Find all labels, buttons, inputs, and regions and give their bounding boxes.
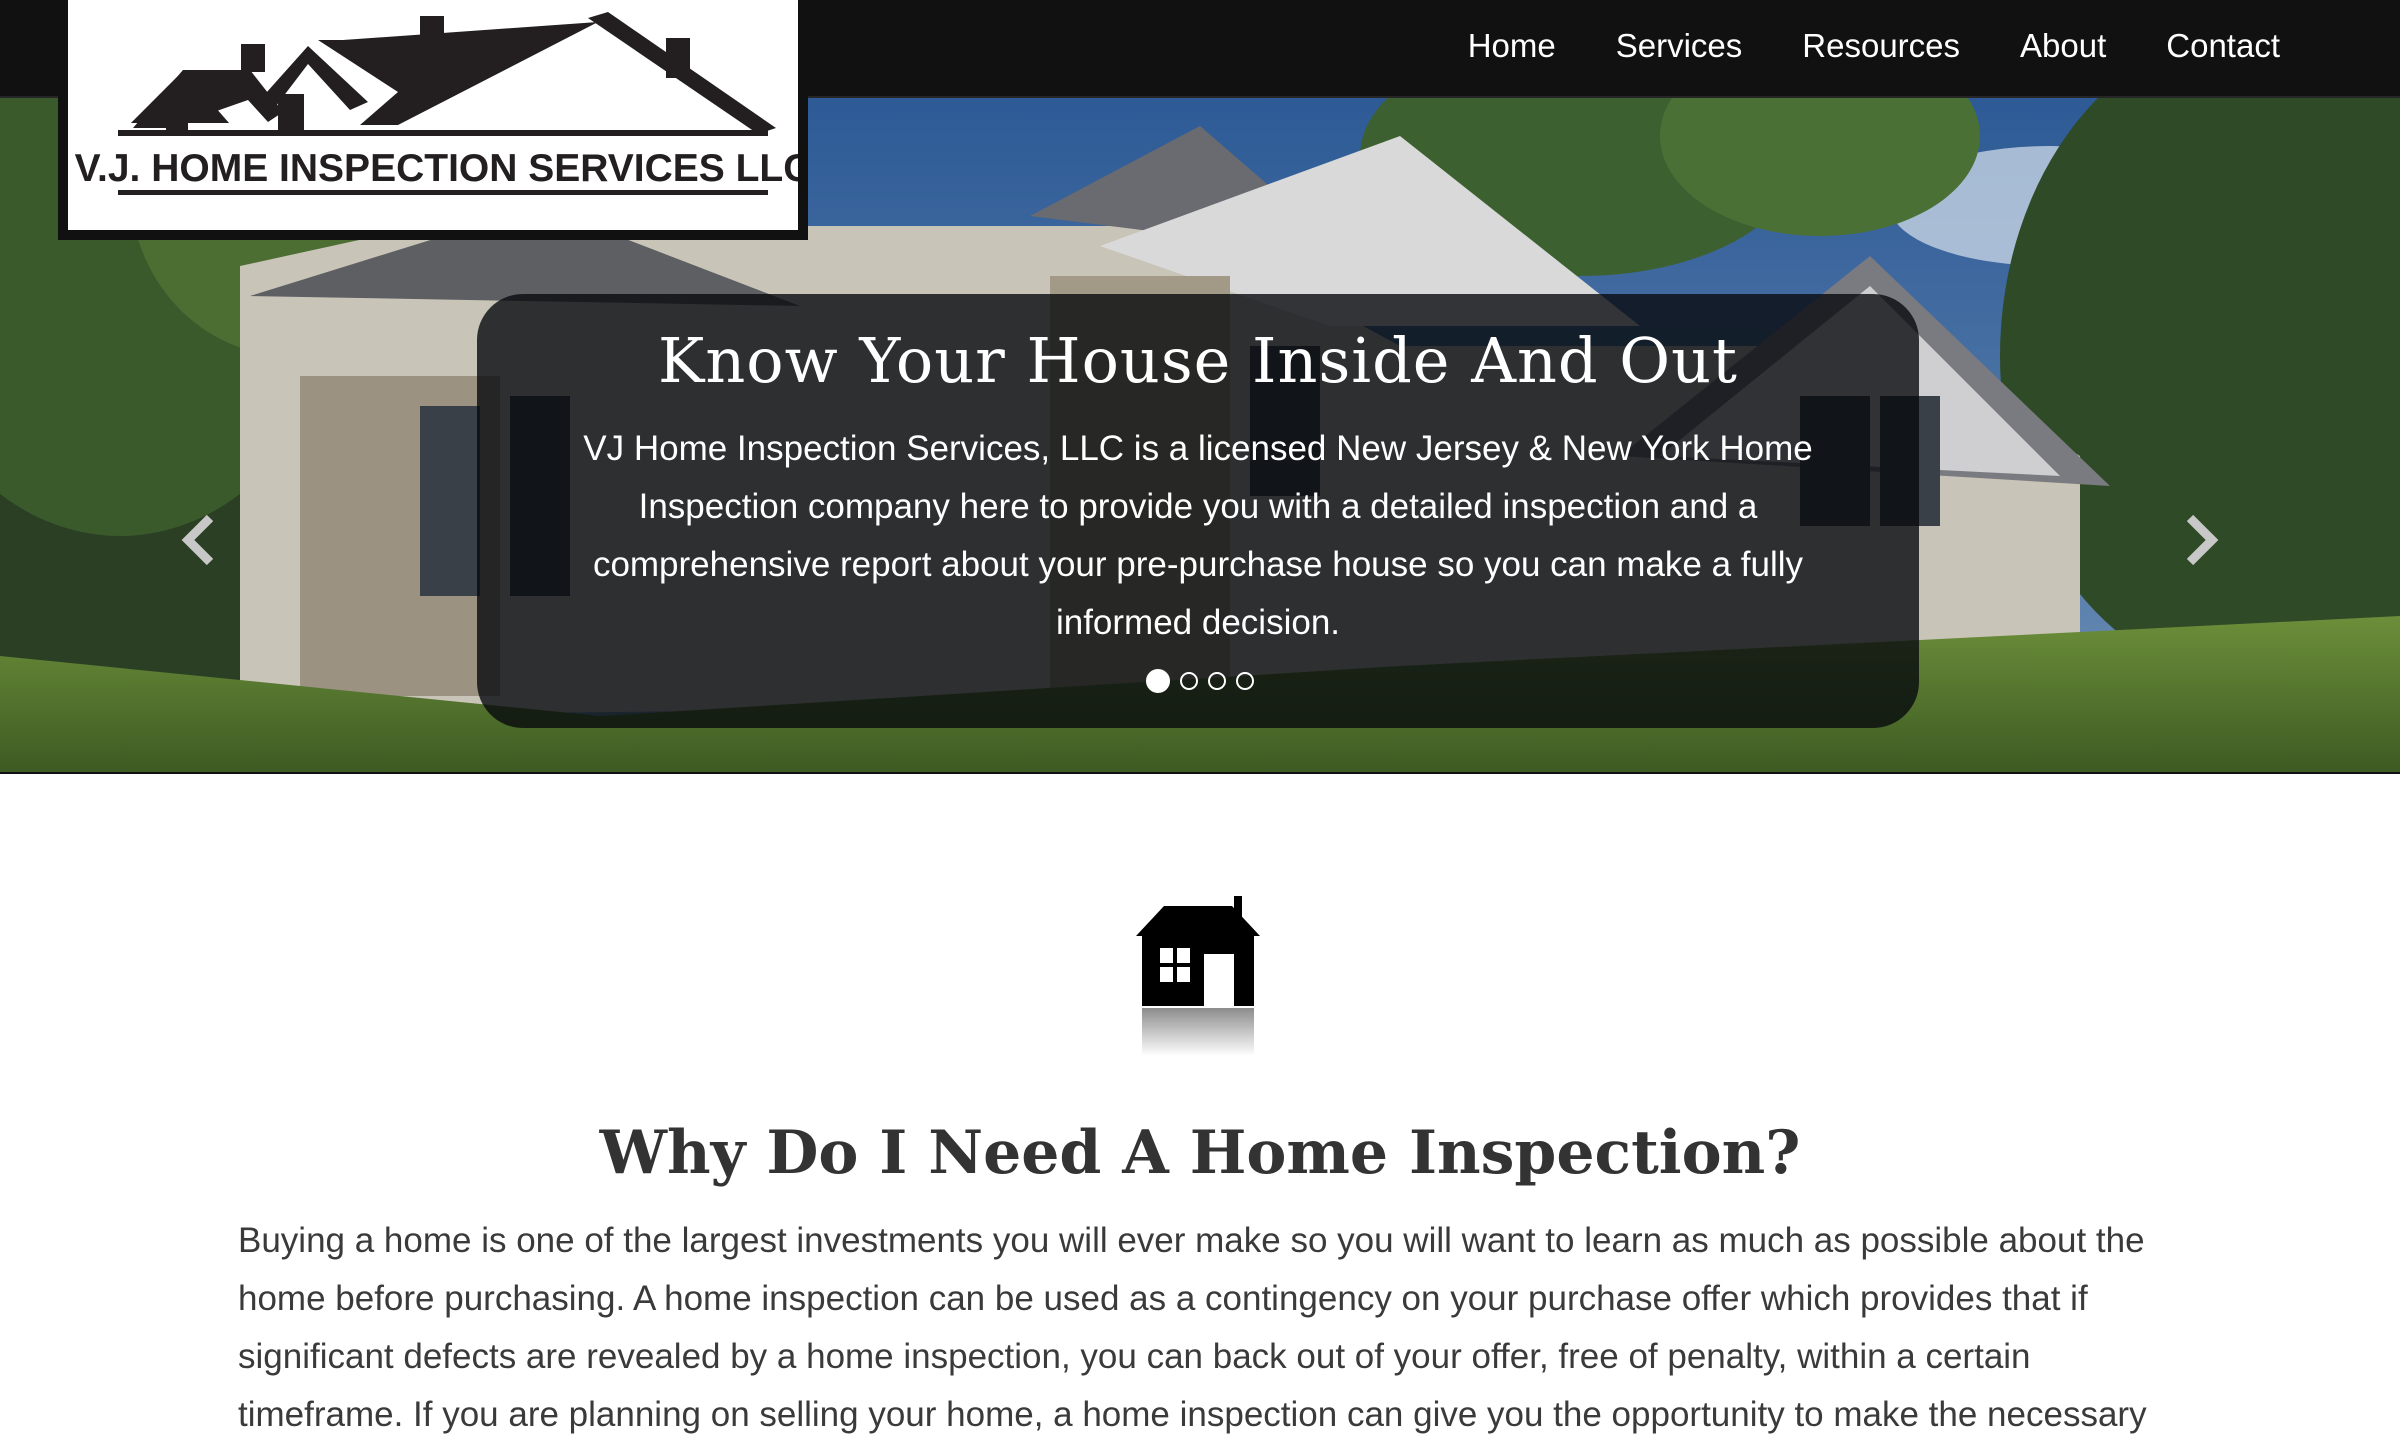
carousel-dot-2[interactable]: [1180, 672, 1198, 690]
hero-text: VJ Home Inspection Services, LLC is a li…: [583, 429, 1813, 642]
nav-item-resources[interactable]: Resources: [1802, 27, 1960, 65]
logo-text: V.J. HOME INSPECTION SERVICES LLC: [75, 147, 798, 190]
section-body: Buying a home is one of the largest inve…: [238, 1221, 2147, 1434]
house-glyph: [1136, 896, 1260, 1056]
nav-item-contact[interactable]: Contact: [2166, 27, 2280, 65]
carousel-prev-button[interactable]: [176, 510, 220, 570]
carousel-next-button[interactable]: [2180, 510, 2224, 570]
house-logo-icon: V.J. HOME INSPECTION SERVICES LLC: [75, 12, 798, 195]
carousel-dot-1[interactable]: [1146, 669, 1170, 693]
nav-item-home[interactable]: Home: [1468, 27, 1556, 65]
carousel-indicators: [0, 669, 2400, 693]
site-logo[interactable]: V.J. HOME INSPECTION SERVICES LLC: [58, 0, 808, 240]
carousel-dot-3[interactable]: [1208, 672, 1226, 690]
carousel-dot-4[interactable]: [1236, 672, 1254, 690]
hero-title: Know Your House Inside And Out: [658, 324, 1738, 397]
chevron-right-icon: [2186, 514, 2219, 566]
hero-caption: Know Your House Inside And Out VJ Home I…: [477, 294, 1919, 728]
chevron-left-icon: [181, 514, 214, 566]
section-title: Why Do I Need A Home Inspection?: [599, 1118, 1801, 1188]
logo-panel: V.J. HOME INSPECTION SERVICES LLC: [68, 0, 798, 230]
nav-item-about[interactable]: About: [2020, 27, 2106, 65]
nav-menu: Home Services Resources About Contact: [1408, 0, 2280, 92]
nav-item-services[interactable]: Services: [1616, 27, 1743, 65]
house-icon: [1128, 890, 1268, 1060]
